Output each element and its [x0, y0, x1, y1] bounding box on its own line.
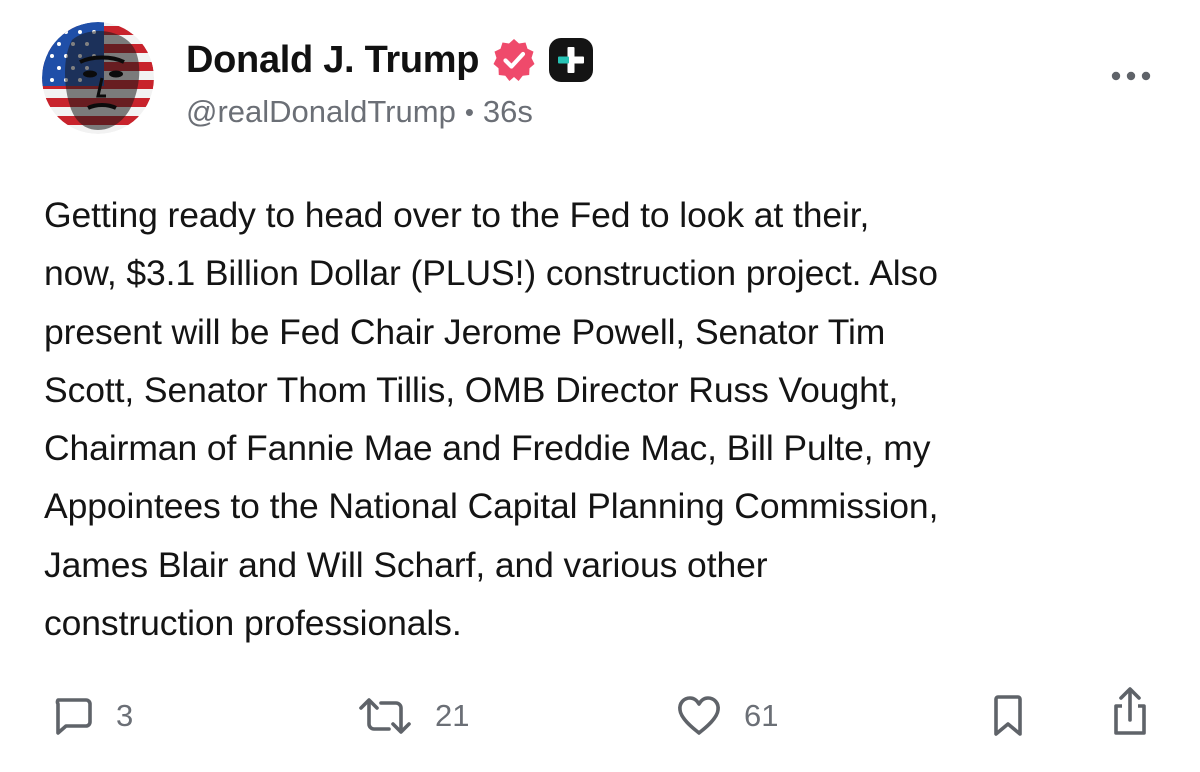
like-button[interactable]: 61 — [676, 692, 778, 740]
heart-icon — [676, 694, 722, 738]
reply-count: 3 — [116, 698, 134, 733]
author-handle[interactable]: @realDonaldTrump — [186, 94, 456, 130]
post-body-text: Getting ready to head over to the Fed to… — [44, 195, 939, 644]
post-timestamp[interactable]: 36s — [483, 94, 533, 130]
more-options-icon[interactable] — [1108, 64, 1154, 88]
bookmark-button[interactable] — [988, 692, 1028, 740]
reply-icon — [50, 694, 94, 738]
retruth-icon — [357, 694, 413, 738]
bookmark-icon — [988, 692, 1028, 740]
retruth-count: 21 — [435, 698, 470, 733]
author-avatar[interactable] — [42, 22, 154, 134]
share-icon — [1108, 686, 1152, 738]
author-meta-row: @realDonaldTrump • 36s — [186, 92, 533, 132]
reply-button[interactable]: 3 — [50, 692, 133, 740]
retruth-button[interactable]: 21 — [357, 692, 469, 740]
author-name-row: Donald J. Trump — [186, 34, 595, 86]
share-button[interactable] — [1108, 686, 1152, 738]
post-card: Donald J. Trump @realDonaldTrump • 36s G… — [0, 0, 1200, 772]
meta-separator: • — [464, 96, 474, 127]
author-display-name[interactable]: Donald J. Trump — [186, 39, 480, 82]
plus-subscription-icon — [547, 36, 595, 84]
like-count: 61 — [744, 698, 779, 733]
avatar-image — [42, 22, 154, 134]
verified-badge-icon — [491, 37, 537, 83]
